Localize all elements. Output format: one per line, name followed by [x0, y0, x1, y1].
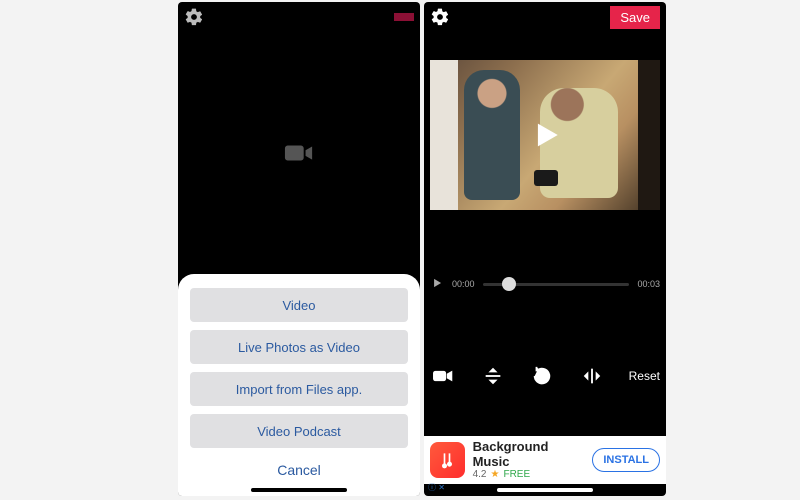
time-duration: 00:03 — [637, 279, 660, 289]
home-indicator — [497, 488, 593, 492]
sheet-option-livephotos[interactable]: Live Photos as Video — [190, 330, 408, 364]
save-button[interactable]: Save — [610, 6, 660, 29]
phone-screen-editor: Save 00:00 00:03 90 Reset — [424, 2, 666, 496]
sheet-option-files[interactable]: Import from Files app. — [190, 372, 408, 406]
scrubber: 00:00 00:03 — [430, 270, 660, 298]
gear-icon[interactable] — [184, 7, 204, 27]
time-current: 00:00 — [452, 279, 475, 289]
ad-badge-icon: ⓘ ✕ — [428, 482, 445, 493]
ad-meta: 4.2 ★ FREE — [473, 469, 585, 480]
reset-button[interactable]: Reset — [629, 369, 660, 383]
scrubber-track[interactable] — [483, 283, 630, 286]
home-indicator — [251, 488, 347, 492]
phone-screen-import: 00:00 00:00 Video Live Photos as Video I… — [178, 2, 420, 496]
sheet-option-video[interactable]: Video — [190, 288, 408, 322]
ad-banner[interactable]: Background Music 4.2 ★ FREE INSTALL ⓘ ✕ — [424, 436, 666, 484]
install-button[interactable]: INSTALL — [592, 448, 660, 472]
save-button[interactable] — [394, 13, 414, 21]
ad-rating: 4.2 — [473, 469, 487, 480]
app-icon — [430, 442, 465, 478]
action-sheet: Video Live Photos as Video Import from F… — [178, 274, 420, 496]
flip-horizontal-icon[interactable] — [579, 365, 605, 387]
play-overlay[interactable] — [430, 60, 660, 210]
video-preview — [430, 60, 660, 210]
sheet-cancel[interactable]: Cancel — [190, 462, 408, 478]
ad-title: Background Music — [473, 440, 585, 469]
video-placeholder-icon — [178, 142, 420, 164]
topbar: Save — [424, 2, 666, 32]
camera-icon[interactable] — [430, 365, 456, 387]
ad-price: FREE — [503, 469, 530, 480]
scrubber-knob[interactable] — [502, 277, 516, 291]
topbar — [178, 2, 420, 32]
ad-text: Background Music 4.2 ★ FREE — [473, 440, 585, 480]
play-icon[interactable] — [430, 276, 444, 292]
sheet-option-podcast[interactable]: Video Podcast — [190, 414, 408, 448]
gear-icon[interactable] — [430, 7, 450, 27]
svg-text:90: 90 — [539, 374, 547, 381]
star-icon: ★ — [491, 469, 500, 480]
flip-vertical-icon[interactable] — [480, 365, 506, 387]
rotate-90-icon[interactable]: 90 — [529, 365, 555, 387]
toolbar: 90 Reset — [430, 360, 660, 392]
